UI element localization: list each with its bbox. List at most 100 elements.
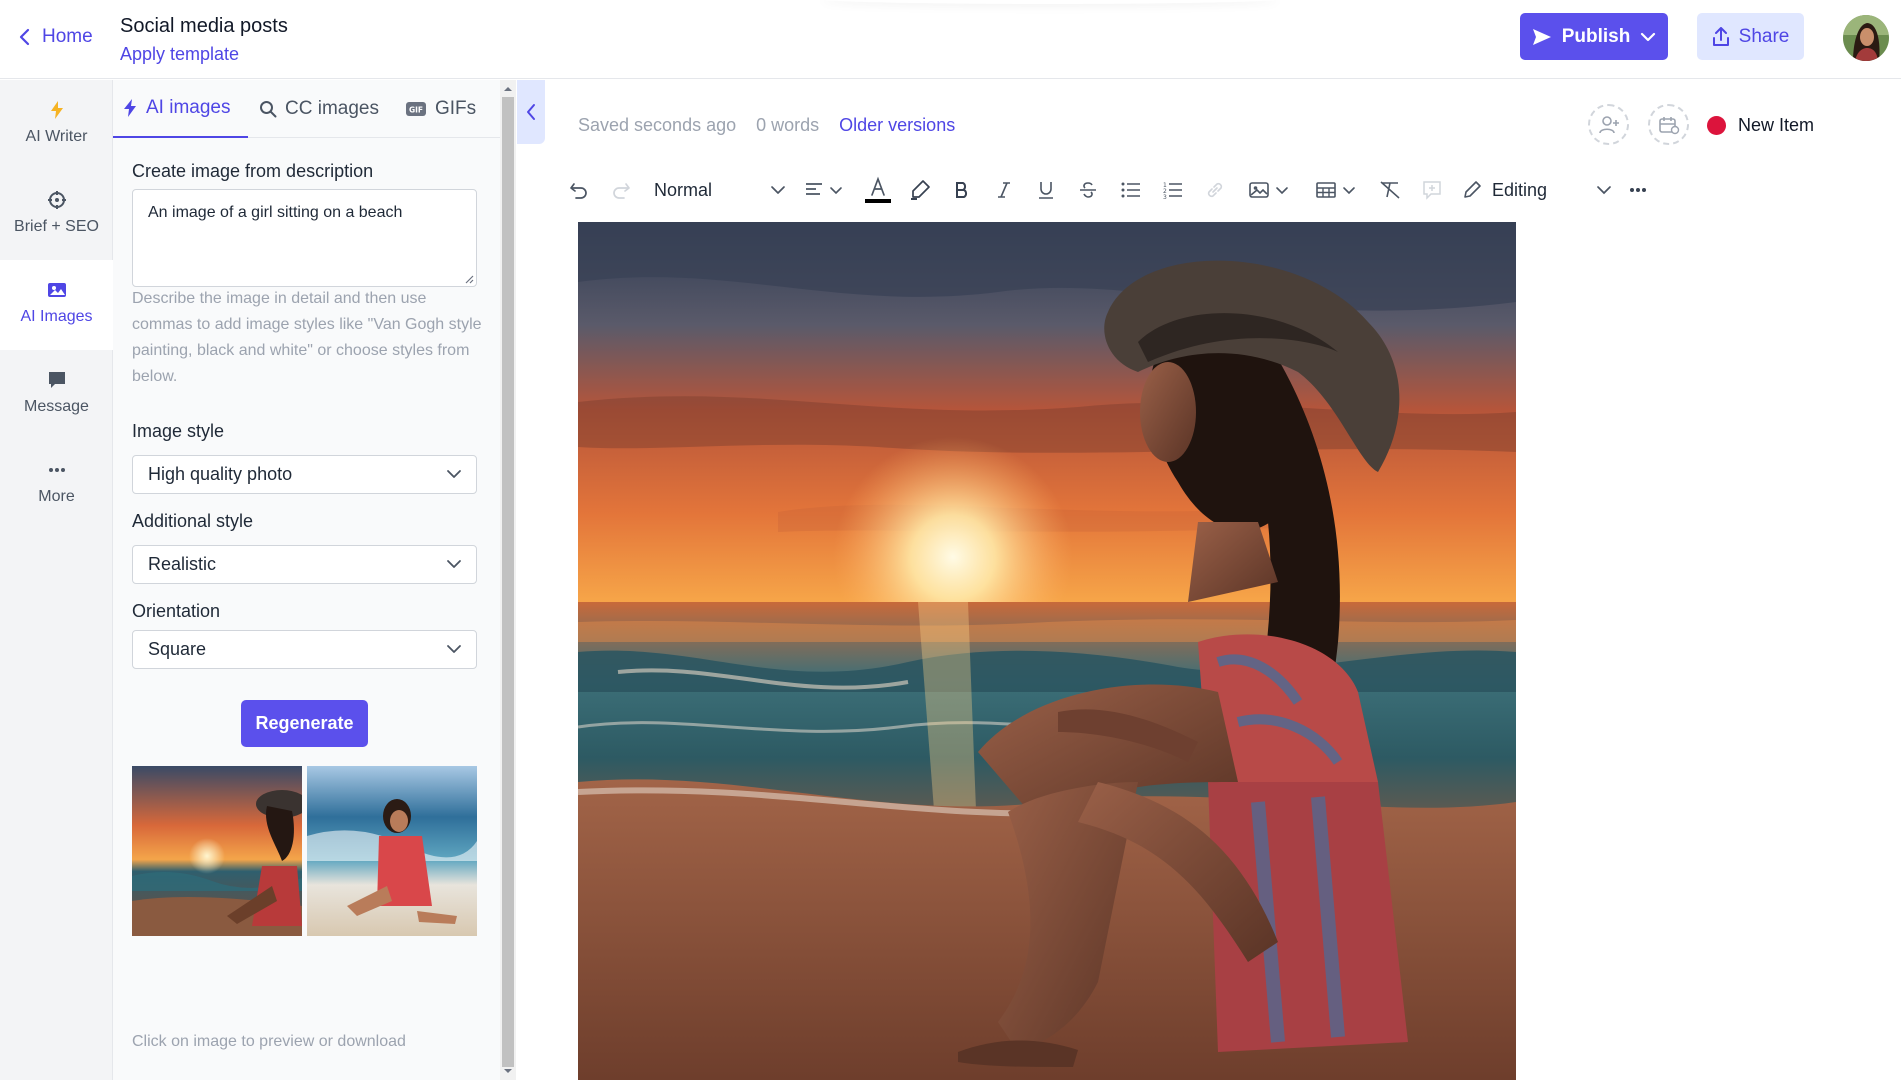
image-style-value: High quality photo <box>148 464 293 484</box>
redo-button[interactable] <box>608 172 634 208</box>
insert-image-button[interactable] <box>1246 172 1292 208</box>
paragraph-style-value: Normal <box>654 179 713 200</box>
underline-button[interactable] <box>1036 172 1056 208</box>
document-image[interactable] <box>578 222 1516 1080</box>
crosshair-icon <box>47 191 66 209</box>
link-button[interactable] <box>1204 172 1226 208</box>
apply-template-link[interactable]: Apply template <box>120 44 239 65</box>
tab-gifs[interactable]: GIF GIFs <box>405 80 476 138</box>
status-dot <box>1707 116 1726 135</box>
rail-item-more[interactable]: More <box>0 440 113 530</box>
saved-status: Saved seconds ago <box>578 115 737 135</box>
tab-cc-images[interactable]: CC images <box>259 80 379 138</box>
tab-ai-images[interactable]: AI images <box>113 80 248 138</box>
image-icon <box>47 283 66 297</box>
document-title: Social media posts <box>120 15 288 37</box>
word-count: 0 words <box>756 115 820 135</box>
more-horizontal-icon <box>1630 188 1646 192</box>
panel-scrollbar[interactable] <box>500 80 516 1080</box>
share-button[interactable]: Share <box>1697 13 1804 60</box>
strikethrough-icon <box>1080 182 1096 198</box>
align-button[interactable] <box>800 172 848 208</box>
description-help-text: Describe the image in detail and then us… <box>132 290 482 385</box>
editing-mode-select[interactable]: Editing <box>1462 172 1612 208</box>
rail-item-ai-images[interactable]: AI Images <box>0 260 113 350</box>
svg-text:GIF: GIF <box>409 106 423 115</box>
rail-item-message[interactable]: Message <box>0 350 113 440</box>
svg-text:3: 3 <box>1163 194 1167 199</box>
numbered-list-icon: 123 <box>1163 182 1182 199</box>
image-description-input[interactable]: An image of a girl sitting on a beach <box>132 189 477 287</box>
share-label: Share <box>1738 25 1790 47</box>
workflow-status[interactable]: New Item <box>1707 115 1814 136</box>
top-bar: Home Social media posts Apply template P… <box>0 0 1901 79</box>
undo-button[interactable] <box>566 172 592 208</box>
more-icon <box>48 468 65 472</box>
table-icon <box>1316 182 1336 198</box>
highlight-button[interactable] <box>908 172 932 208</box>
orientation-select[interactable]: Square <box>132 630 477 669</box>
highlighter-icon <box>911 180 930 200</box>
chevron-down-icon <box>447 470 461 478</box>
chevron-down-icon <box>447 560 461 568</box>
more-options-button[interactable] <box>1626 172 1650 208</box>
chevron-down-icon <box>1597 186 1611 195</box>
publish-label: Publish <box>1561 25 1631 47</box>
image-style-label: Image style <box>132 421 225 441</box>
additional-style-value: Realistic <box>148 554 217 574</box>
prompt-text: An image of a girl sitting on a beach <box>148 204 403 221</box>
scroll-down-icon[interactable] <box>503 1066 513 1076</box>
home-link[interactable]: Home <box>18 26 93 48</box>
italic-button[interactable] <box>994 172 1014 208</box>
bullet-list-button[interactable] <box>1120 172 1142 208</box>
text-color-button[interactable] <box>864 172 892 208</box>
upload-icon <box>1712 26 1729 46</box>
bold-icon <box>956 182 968 198</box>
insert-table-button[interactable] <box>1312 172 1360 208</box>
schedule-button[interactable] <box>1648 104 1689 145</box>
clear-formatting-button[interactable] <box>1378 172 1402 208</box>
user-avatar[interactable] <box>1843 15 1889 61</box>
scroll-up-icon[interactable] <box>503 84 513 94</box>
link-icon <box>1207 182 1223 198</box>
chevron-down-icon <box>447 645 461 653</box>
generated-image-thumbnail[interactable] <box>132 766 302 936</box>
underline-icon <box>1039 182 1053 199</box>
top-shadow <box>820 0 1280 4</box>
add-user-icon <box>1598 115 1619 133</box>
editing-mode-value: Editing <box>1492 179 1548 200</box>
older-versions-link[interactable]: Older versions <box>839 115 955 136</box>
text-color-icon <box>865 176 891 203</box>
comment-add-icon <box>1423 181 1441 200</box>
collapse-panel-button[interactable] <box>517 80 545 144</box>
status-label: New Item <box>1738 115 1815 135</box>
document-status-bar: Saved seconds ago 0 words Older versions <box>578 115 955 136</box>
chevron-down-icon <box>1343 186 1355 194</box>
generated-image-thumbnail[interactable] <box>307 766 477 936</box>
search-icon <box>260 101 277 118</box>
paragraph-style-select[interactable]: Normal <box>654 172 786 208</box>
scroll-thumb[interactable] <box>502 97 514 1067</box>
rail-item-ai-writer[interactable]: AI Writer <box>0 80 113 170</box>
italic-icon <box>998 182 1010 198</box>
calendar-icon <box>1658 116 1679 134</box>
image-style-select[interactable]: High quality photo <box>132 455 477 494</box>
rail-item-brief-seo[interactable]: Brief + SEO <box>0 170 113 260</box>
strikethrough-button[interactable] <box>1078 172 1098 208</box>
rail-item-label: Brief + SEO <box>14 218 99 235</box>
image-icon <box>1249 182 1269 198</box>
resize-grip-icon[interactable] <box>464 274 474 284</box>
regenerate-button[interactable]: Regenerate <box>241 700 368 747</box>
orientation-value: Square <box>148 639 207 659</box>
add-comment-button[interactable] <box>1420 172 1444 208</box>
rail-item-label: Message <box>24 398 89 415</box>
bold-button[interactable] <box>950 172 974 208</box>
align-left-icon <box>806 183 822 195</box>
redo-icon <box>613 183 630 199</box>
add-collaborator-button[interactable] <box>1588 104 1629 145</box>
publish-button[interactable]: Publish <box>1520 13 1668 60</box>
tab-label: CC images <box>285 98 379 119</box>
additional-style-select[interactable]: Realistic <box>132 545 477 584</box>
numbered-list-button[interactable]: 123 <box>1162 172 1184 208</box>
lightning-icon <box>50 101 63 119</box>
